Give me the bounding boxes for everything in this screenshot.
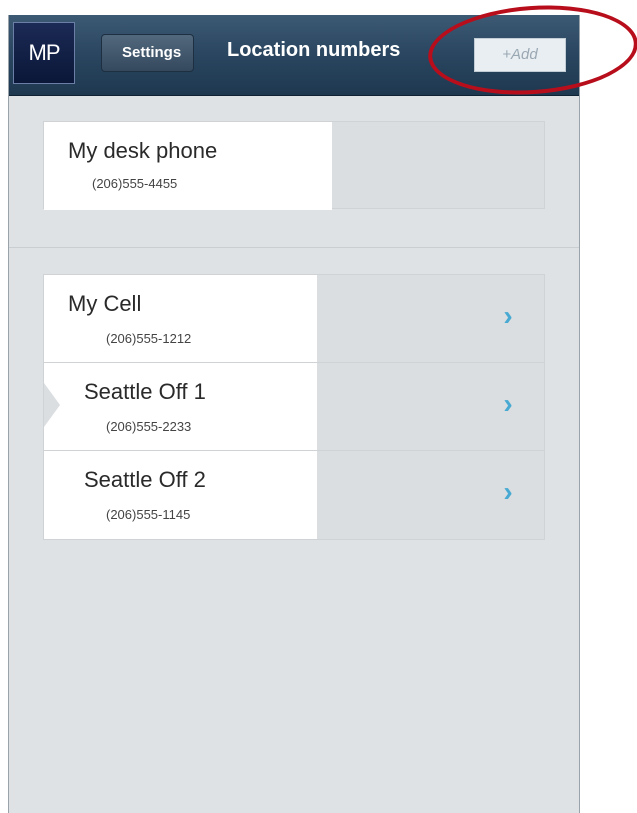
list-item[interactable]: My desk phone (206)555-4455 <box>44 122 544 210</box>
chevron-right-icon[interactable]: › <box>496 389 520 419</box>
app-screen: MP Settings Location numbers +Add My des… <box>8 15 580 813</box>
item-number: (206)555-4455 <box>92 176 178 191</box>
header-bar: MP Settings Location numbers +Add <box>9 15 579 96</box>
item-name: My Cell <box>68 291 142 316</box>
page-title: Location numbers <box>227 39 401 61</box>
location-numbers-list: My Cell (206)555-1212 › Seattle Off 1 (2… <box>43 274 545 540</box>
list-item[interactable]: Seattle Off 1 (206)555-2233 › <box>44 363 544 451</box>
settings-back-button[interactable]: Settings <box>101 34 195 72</box>
item-number: (206)555-2233 <box>106 419 192 434</box>
chevron-right-icon[interactable]: › <box>496 301 520 331</box>
chevron-right-icon[interactable]: › <box>496 477 520 507</box>
item-name: Seattle Off 1 <box>84 379 206 404</box>
desk-phone-group: My desk phone (206)555-4455 <box>43 121 545 210</box>
item-card: Seattle Off 1 (206)555-2233 <box>44 363 317 450</box>
item-card: My desk phone (206)555-4455 <box>44 122 332 210</box>
back-button-label: Settings <box>122 44 182 61</box>
item-card: Seattle Off 2 (206)555-1145 <box>44 451 317 539</box>
item-number: (206)555-1145 <box>106 507 191 522</box>
add-button[interactable]: +Add <box>474 38 566 72</box>
item-name: Seattle Off 2 <box>84 467 206 492</box>
list-item[interactable]: My Cell (206)555-1212 › <box>44 275 544 363</box>
section-divider <box>9 247 579 248</box>
item-card: My Cell (206)555-1212 <box>44 275 317 362</box>
list-item[interactable]: Seattle Off 2 (206)555-1145 › <box>44 451 544 539</box>
app-logo[interactable]: MP <box>13 22 75 84</box>
item-number: (206)555-1212 <box>106 331 192 346</box>
item-name: My desk phone <box>68 138 218 163</box>
selected-indicator-arrow <box>44 383 60 427</box>
